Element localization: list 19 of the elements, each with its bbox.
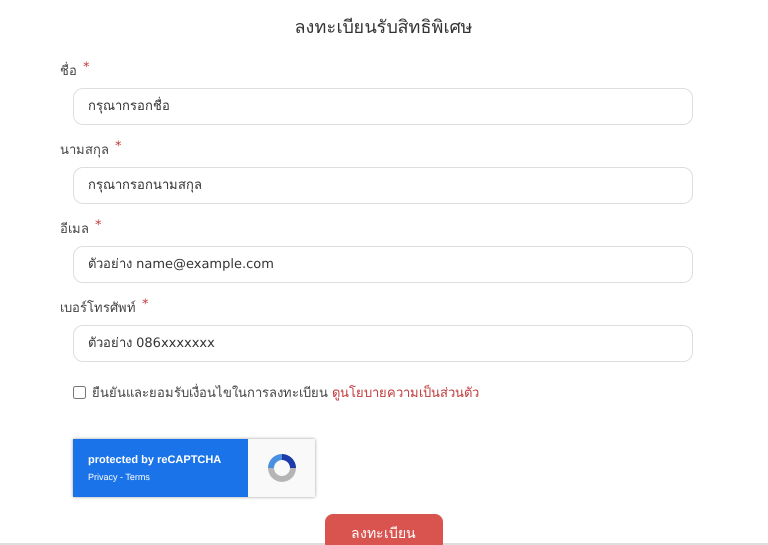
- required-mark: *: [95, 218, 102, 235]
- input-field[interactable]: ตัวอย่าง name@example.com: [73, 246, 693, 283]
- recaptcha-links[interactable]: Privacy - Terms: [88, 472, 248, 482]
- input-field[interactable]: ตัวอย่าง 086xxxxxxx: [73, 325, 693, 362]
- recaptcha-text: protected by reCAPTCHA: [88, 454, 222, 466]
- input-field[interactable]: กรุณากรอกนามสกุล: [73, 167, 693, 204]
- privacy-link[interactable]: ดูนโยบายความเป็นส่วนตัว: [332, 386, 480, 401]
- consent-checkbox[interactable]: [73, 386, 86, 399]
- field-label: ชื่อ: [60, 60, 77, 79]
- field-label: อีเมล: [60, 220, 89, 237]
- required-mark: *: [83, 60, 90, 77]
- input-field[interactable]: กรุณากรอกชื่อ: [73, 88, 693, 125]
- consent-text: ยืนยันและยอมรับเงื่อนไขในการลงทะเบียน ดูนโยบายความเป็นส่วนตัว: [92, 382, 480, 403]
- form-title: ลงทะเบียนรับสิทธิพิเศษ: [294, 16, 474, 40]
- register-button[interactable]: ลงทะเบียน: [324, 514, 442, 545]
- required-mark: *: [115, 139, 122, 156]
- field-label: นามสกุล: [60, 142, 109, 158]
- required-mark: *: [142, 297, 148, 314]
- field-label: เบอร์โทรศัพท์: [60, 299, 136, 316]
